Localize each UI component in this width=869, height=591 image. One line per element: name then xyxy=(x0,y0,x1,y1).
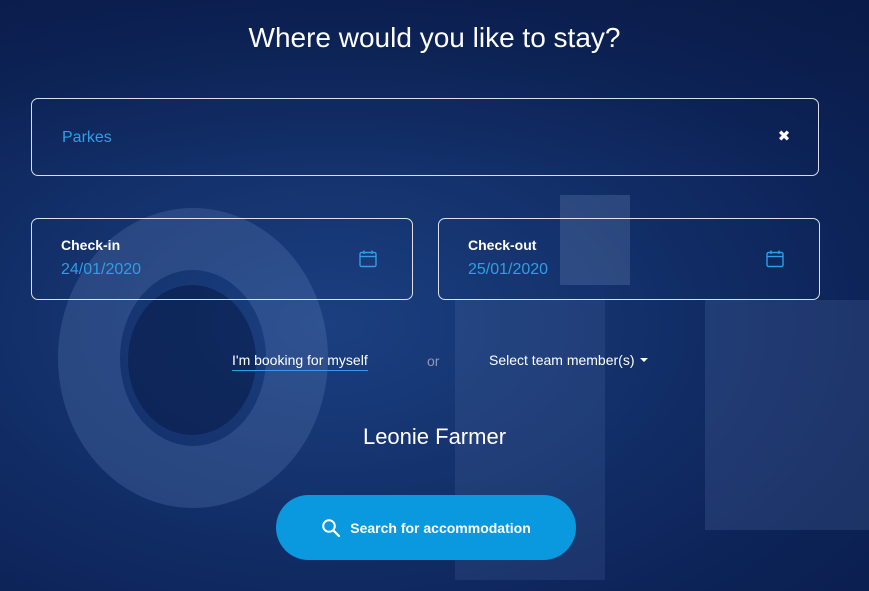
search-button-label: Search for accommodation xyxy=(350,519,531,536)
calendar-icon xyxy=(766,250,784,268)
booking-for-myself-link[interactable]: I'm booking for myself xyxy=(232,352,368,371)
team-member-label: Select team member(s) xyxy=(489,352,635,368)
traveller-name: Leonie Farmer xyxy=(362,424,507,449)
checkin-date-field[interactable]: Check-in 24/01/2020 xyxy=(31,218,413,300)
or-separator: or xyxy=(427,353,440,369)
close-icon[interactable]: ✖ xyxy=(776,127,792,147)
page-title: Where would you like to stay? xyxy=(248,22,621,53)
search-accommodation-button[interactable]: Search for accommodation xyxy=(276,495,576,560)
chevron-down-icon xyxy=(640,358,649,362)
checkout-label: Check-out xyxy=(468,237,537,253)
location-input[interactable]: Parkes ✖ xyxy=(31,98,819,176)
checkin-value: 24/01/2020 xyxy=(61,261,142,278)
background-panel xyxy=(705,300,869,530)
checkin-label: Check-in xyxy=(61,237,121,253)
location-value: Parkes xyxy=(62,129,112,146)
checkout-date-field[interactable]: Check-out 25/01/2020 xyxy=(438,218,820,300)
search-icon xyxy=(322,518,341,537)
booking-options: I'm booking for myself or Select team me… xyxy=(0,350,869,376)
calendar-icon xyxy=(359,250,377,268)
search-panel: Where would you like to stay? Parkes ✖ C… xyxy=(0,0,869,591)
team-member-dropdown[interactable]: Select team member(s) xyxy=(489,352,649,368)
checkout-value: 25/01/2020 xyxy=(468,261,549,278)
